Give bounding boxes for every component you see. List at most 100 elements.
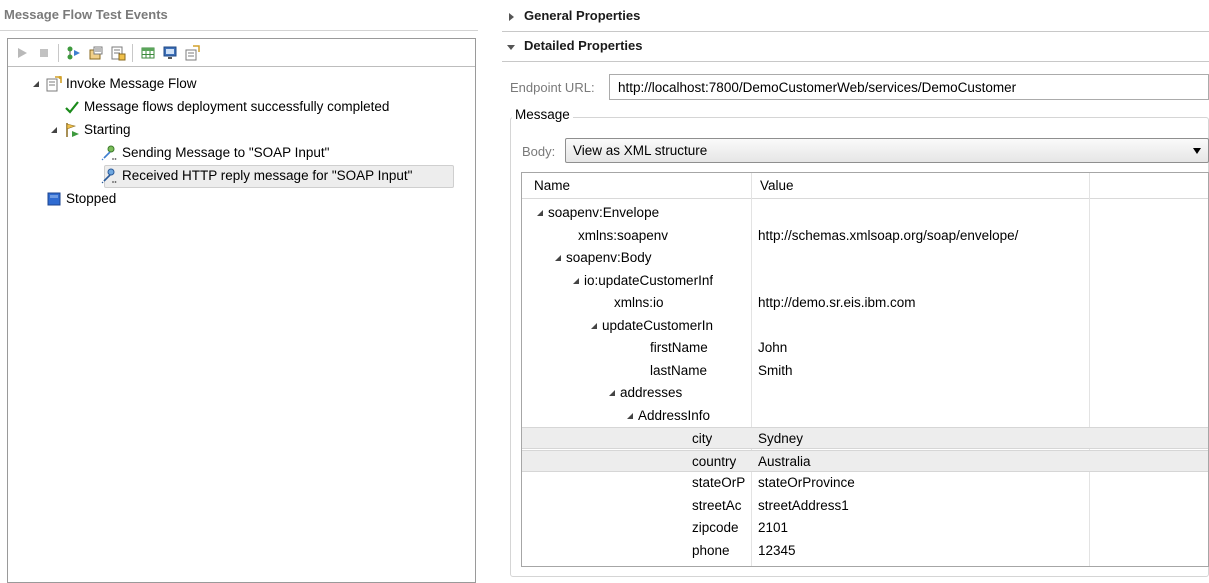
checkmark-icon bbox=[65, 101, 79, 114]
table-row[interactable]: stateOrP stateOrProvince bbox=[522, 472, 1208, 494]
endpoint-url-field[interactable]: http://localhost:7800/DemoCustomerWeb/se… bbox=[609, 74, 1209, 100]
tree-item-label: Message flows deployment successfully co… bbox=[84, 99, 390, 114]
table-row[interactable]: city Sydney bbox=[522, 427, 1208, 449]
expand-arrow-icon[interactable] bbox=[506, 12, 516, 22]
deploy-icon[interactable] bbox=[66, 45, 82, 61]
title-divider bbox=[0, 30, 478, 31]
collapse-triangle-icon[interactable] bbox=[572, 277, 580, 285]
table-icon[interactable] bbox=[140, 45, 156, 61]
row-name: city bbox=[692, 431, 713, 446]
tree-item-label: Starting bbox=[84, 122, 131, 137]
table-row[interactable]: zipcode 2101 bbox=[522, 517, 1208, 539]
name-column-header[interactable]: Name bbox=[534, 178, 570, 193]
row-value: Sydney bbox=[758, 431, 804, 446]
xml-structure-table[interactable]: Name Value soapenv:Envelope xmlns:soapenv… bbox=[521, 172, 1209, 567]
detailed-properties-section[interactable]: Detailed Properties bbox=[502, 36, 1209, 58]
table-row[interactable]: country Australia bbox=[522, 449, 1208, 472]
save-events-icon[interactable] bbox=[88, 45, 104, 61]
row-value: 12345 bbox=[758, 542, 796, 558]
invoke-flow-icon bbox=[46, 76, 62, 92]
endpoint-url-label: Endpoint URL: bbox=[510, 80, 595, 95]
tree-item-sending-message[interactable]: Sending Message to "SOAP Input" bbox=[8, 142, 475, 165]
row-value: stateOrProvince bbox=[758, 475, 855, 490]
row-name: updateCustomerIn bbox=[602, 317, 714, 333]
collapse-triangle-icon[interactable] bbox=[554, 254, 562, 262]
toolbar-separator bbox=[132, 44, 133, 62]
table-row[interactable]: soapenv:Envelope bbox=[522, 202, 1208, 224]
row-name: xmlns:io bbox=[614, 295, 664, 310]
collapse-arrow-icon[interactable] bbox=[506, 42, 516, 52]
body-view-value: View as XML structure bbox=[573, 143, 708, 158]
table-row[interactable]: lastName Smith bbox=[522, 360, 1208, 382]
row-name: AddressInfo bbox=[638, 407, 711, 423]
general-properties-section[interactable]: General Properties bbox=[502, 6, 1209, 28]
table-row[interactable]: streetAc streetAddress1 bbox=[522, 495, 1208, 517]
body-label: Body: bbox=[522, 144, 556, 159]
tree-item-deployment-completed[interactable]: Message flows deployment successfully co… bbox=[8, 96, 475, 119]
table-row[interactable]: soapenv:Body bbox=[522, 247, 1208, 269]
tree-item-label: Stopped bbox=[66, 191, 117, 206]
message-group-legend: Message bbox=[512, 107, 573, 122]
tree-item-received-reply[interactable]: Received HTTP reply message for "SOAP In… bbox=[8, 165, 475, 188]
panel-title: Message Flow Test Events bbox=[4, 7, 168, 22]
row-value: Australia bbox=[758, 453, 811, 469]
tree-item-label: Invoke Message Flow bbox=[66, 76, 197, 91]
chevron-down-icon[interactable] bbox=[1192, 147, 1202, 155]
table-row[interactable]: AddressInfo bbox=[522, 405, 1208, 427]
collapse-triangle-icon[interactable] bbox=[590, 322, 598, 330]
monitor-icon[interactable] bbox=[162, 45, 178, 61]
row-value: John bbox=[758, 340, 788, 355]
section-title: Detailed Properties bbox=[524, 38, 643, 53]
run-icon[interactable] bbox=[14, 45, 30, 61]
row-value: Smith bbox=[758, 362, 793, 378]
section-divider bbox=[502, 61, 1209, 62]
table-row[interactable]: addresses bbox=[522, 382, 1208, 404]
row-name: streetAc bbox=[692, 497, 742, 513]
table-row[interactable]: io:updateCustomerInf bbox=[522, 270, 1208, 292]
row-name: xmlns:soapenv bbox=[578, 227, 669, 243]
tree-item-label: Received HTTP reply message for "SOAP In… bbox=[122, 168, 413, 183]
stopped-icon bbox=[47, 192, 61, 206]
collapse-triangle-icon[interactable] bbox=[608, 389, 616, 397]
collapse-triangle-icon[interactable] bbox=[536, 209, 544, 217]
body-view-select[interactable]: View as XML structure bbox=[565, 138, 1209, 163]
row-value: http://schemas.xmlsoap.org/soap/envelope… bbox=[758, 227, 1019, 243]
collapse-triangle-icon[interactable] bbox=[626, 412, 634, 420]
table-row[interactable]: xmlns:io http://demo.sr.eis.ibm.com bbox=[522, 292, 1208, 314]
value-column-header[interactable]: Value bbox=[760, 178, 794, 193]
table-row[interactable]: firstName John bbox=[522, 337, 1208, 359]
row-name: soapenv:Envelope bbox=[548, 205, 660, 220]
table-row[interactable]: phone 12345 bbox=[522, 540, 1208, 562]
toolbar-separator bbox=[58, 44, 59, 62]
stop-icon[interactable] bbox=[36, 45, 52, 61]
row-name: soapenv:Body bbox=[566, 250, 652, 265]
section-divider bbox=[502, 31, 1209, 32]
row-name: addresses bbox=[620, 385, 683, 400]
received-message-icon bbox=[101, 168, 117, 184]
properties-panel: General Properties Detailed Properties E… bbox=[502, 0, 1209, 577]
events-container: Invoke Message Flow Message flows deploy… bbox=[7, 38, 476, 583]
row-name: stateOrP bbox=[692, 475, 746, 490]
collapse-triangle-icon[interactable] bbox=[49, 125, 59, 135]
tree-item-label: Sending Message to "SOAP Input" bbox=[122, 145, 330, 160]
tree-item-stopped[interactable]: Stopped bbox=[8, 188, 475, 211]
table-row[interactable]: updateCustomerIn bbox=[522, 315, 1208, 337]
row-name: lastName bbox=[650, 362, 708, 378]
section-title: General Properties bbox=[524, 8, 641, 23]
row-name: country bbox=[692, 453, 737, 469]
tree-item-starting[interactable]: Starting bbox=[8, 119, 475, 142]
events-toolbar bbox=[8, 39, 475, 67]
test-events-panel: Message Flow Test Events Invoke Message … bbox=[0, 0, 478, 583]
tree-item-invoke-message-flow[interactable]: Invoke Message Flow bbox=[8, 73, 475, 96]
starting-flag-icon bbox=[66, 123, 79, 137]
sending-message-icon bbox=[101, 145, 117, 161]
edit-icon[interactable] bbox=[110, 45, 126, 61]
row-value: streetAddress1 bbox=[758, 497, 849, 513]
table-row[interactable]: xmlns:soapenv http://schemas.xmlsoap.org/… bbox=[522, 225, 1208, 247]
row-name: firstName bbox=[650, 340, 708, 355]
row-name: io:updateCustomerInf bbox=[584, 272, 714, 288]
collapse-triangle-icon[interactable] bbox=[31, 79, 41, 89]
table-header: Name Value bbox=[522, 173, 1208, 199]
row-name: zipcode bbox=[692, 520, 739, 535]
settings-icon[interactable] bbox=[184, 45, 200, 61]
